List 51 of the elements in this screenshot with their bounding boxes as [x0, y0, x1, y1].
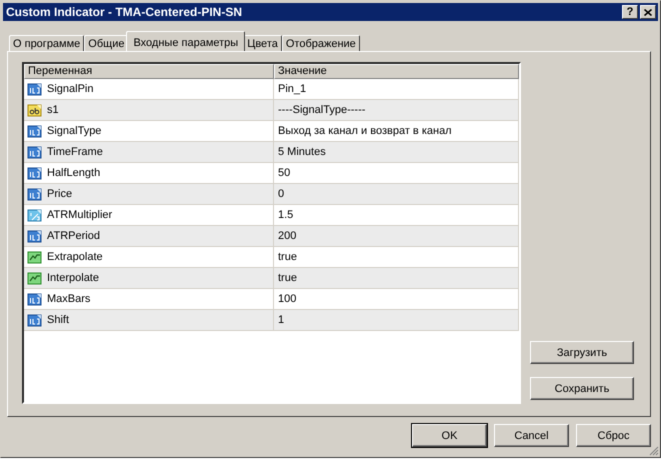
text-icon [27, 102, 42, 118]
integer-icon [27, 186, 42, 202]
variable-name: ATRMultiplier [47, 209, 112, 221]
integer-icon [27, 166, 42, 180]
column-header: Значение [274, 64, 519, 79]
variable-value[interactable]: 50 [278, 167, 290, 179]
tab[interactable]: Входные параметры [126, 31, 246, 51]
variable-value[interactable]: 100 [278, 293, 296, 305]
integer-icon [27, 292, 42, 306]
variable-name: Shift [47, 314, 70, 326]
help-button[interactable]: ? [622, 5, 638, 19]
integer-icon [27, 124, 42, 138]
save-button[interactable]: Сохранить [530, 377, 634, 400]
integer-icon [27, 228, 42, 244]
column-header: Переменная [24, 64, 274, 79]
variable-value[interactable]: 200 [278, 230, 296, 242]
variable-name: SignalPin [47, 83, 94, 95]
variable-name: TimeFrame [47, 146, 103, 158]
variable-value[interactable]: true [278, 272, 297, 284]
integer-icon [27, 82, 42, 96]
variable-value[interactable]: 1 [278, 314, 284, 326]
ok-button[interactable]: OK [412, 424, 487, 447]
tab[interactable]: Отображение [282, 35, 360, 51]
variable-value[interactable]: ----SignalType----- [278, 104, 366, 116]
variable-name: ATRPeriod [47, 230, 100, 242]
variable-value[interactable]: 5 Minutes [278, 146, 326, 158]
load-button[interactable]: Загрузить [530, 341, 634, 364]
variable-name: Interpolate [47, 272, 99, 284]
variable-value[interactable]: true [278, 251, 297, 263]
close-icon [644, 8, 652, 16]
variable-name: Price [47, 188, 72, 200]
integer-icon [27, 312, 42, 328]
window-title: Custom Indicator - TMA-Centered-PIN-SN [6, 5, 242, 19]
cancel-button[interactable]: Cancel [494, 424, 569, 447]
close-button[interactable] [640, 5, 656, 19]
variable-value[interactable]: Выход за канал и возврат в канал [278, 125, 452, 137]
variable-name: Extrapolate [47, 251, 103, 263]
tab[interactable]: Цвета [243, 35, 282, 51]
variable-value[interactable]: 0 [278, 188, 284, 200]
reset-button[interactable]: Сброс [576, 424, 651, 447]
variable-value[interactable]: 1.5 [278, 209, 294, 221]
variable-value[interactable]: Pin_1 [278, 83, 306, 95]
integer-icon [27, 144, 42, 160]
variable-name: SignalType [47, 125, 102, 137]
tab[interactable]: О программе [9, 35, 84, 51]
variable-name: MaxBars [47, 293, 90, 305]
variable-name: HalfLength [47, 167, 100, 179]
resize-grip-icon[interactable] [648, 445, 659, 456]
fraction-icon [27, 208, 42, 222]
variable-name: s1 [47, 104, 59, 116]
tab[interactable]: Общие [84, 35, 128, 51]
